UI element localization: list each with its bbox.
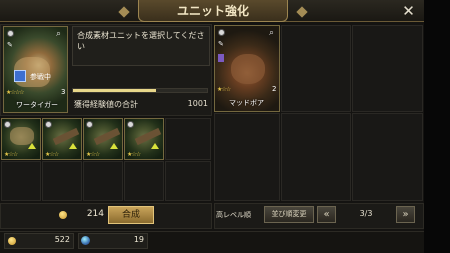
- material-slot-empty[interactable]: [165, 161, 211, 201]
- up-arrow-icon: [151, 143, 159, 149]
- element-icon: [4, 121, 11, 128]
- material-slot-2[interactable]: ★☆☆: [42, 118, 82, 160]
- screen-edge: [424, 0, 450, 253]
- zoom-icon[interactable]: ⌕: [56, 29, 61, 39]
- material-grid: ★☆☆ ★☆☆ ★☆☆ ★☆☆: [0, 117, 212, 202]
- unit-name: ワータイガー: [16, 101, 58, 109]
- unit-list-item[interactable]: ⌕ ✎ ★☆☆ 2 マッドボア: [214, 25, 280, 112]
- change-order-button[interactable]: 並び順変更: [264, 206, 314, 223]
- status-badge: 参戦中: [30, 73, 51, 81]
- zoom-icon[interactable]: ⌕: [269, 28, 274, 38]
- synthesis-bar: [0, 203, 212, 229]
- sort-label[interactable]: 高レベル順: [216, 210, 251, 220]
- rarity-stars: ★☆☆: [45, 151, 59, 158]
- material-slot-empty[interactable]: [165, 118, 211, 160]
- element-icon: [86, 121, 93, 128]
- synthesis-cost: 214: [86, 209, 104, 219]
- material-slot-empty[interactable]: [42, 161, 82, 201]
- unit-list-empty: [281, 113, 351, 201]
- message-text: 合成素材ユニットを選択してください: [77, 31, 205, 51]
- exp-bar-track: [72, 88, 208, 93]
- element-icon: [45, 121, 52, 128]
- unit-list: ⌕ ✎ ★☆☆ 2 マッドボア: [214, 24, 424, 202]
- unit-level: 2: [272, 85, 277, 93]
- element-icon: [7, 30, 14, 37]
- next-page-button[interactable]: »: [396, 206, 415, 223]
- gem-icon: [218, 54, 224, 62]
- weapon-icon: ✎: [218, 40, 224, 48]
- up-arrow-icon: [69, 143, 77, 149]
- weapon-icon: ✎: [7, 41, 13, 49]
- rarity-stars: ★☆☆☆: [6, 89, 24, 96]
- gold-amount: 522: [54, 235, 70, 244]
- message-box: 合成素材ユニットを選択してください: [72, 26, 210, 66]
- page-title: ユニット強化: [176, 4, 249, 18]
- up-arrow-icon: [28, 143, 36, 149]
- element-icon: [127, 121, 134, 128]
- unit-list-empty: [281, 25, 351, 112]
- page-indicator: 3/3: [359, 209, 373, 218]
- rarity-stars: ★☆☆: [127, 151, 141, 158]
- element-icon: [218, 29, 225, 36]
- rarity-stars: ★☆☆: [4, 151, 18, 158]
- material-slot-3[interactable]: ★☆☆: [83, 118, 123, 160]
- gold-coin-icon: [59, 211, 67, 219]
- exp-label: 獲得経験値の合計: [74, 100, 138, 109]
- gold-coin-icon: [8, 237, 16, 245]
- synthesize-button[interactable]: 合成: [108, 206, 154, 224]
- material-slot-4[interactable]: ★☆☆: [124, 118, 164, 160]
- unit-level: 3: [61, 88, 66, 96]
- gem-amount: 19: [133, 235, 144, 244]
- unit-list-empty: [352, 113, 423, 201]
- unit-list-empty: [352, 25, 423, 112]
- rarity-stars: ★☆☆: [217, 86, 231, 93]
- material-slot-empty[interactable]: [1, 161, 41, 201]
- equip-icon: [14, 70, 26, 82]
- material-slot-1[interactable]: ★☆☆: [1, 118, 41, 160]
- rarity-stars: ★☆☆: [86, 151, 100, 158]
- exp-value: 1001: [187, 99, 208, 108]
- unit-list-empty: [214, 113, 280, 201]
- up-arrow-icon: [110, 143, 118, 149]
- material-slot-empty[interactable]: [124, 161, 164, 201]
- close-icon[interactable]: ✕: [400, 3, 417, 20]
- boar-figure: [231, 54, 265, 84]
- prev-page-button[interactable]: «: [317, 206, 336, 223]
- unit-name: マッドボア: [229, 99, 264, 107]
- base-unit-card[interactable]: ⌕ ✎ 参戦中 ★☆☆☆ 3 ワータイガー: [3, 26, 68, 113]
- gem-icon: [81, 236, 90, 245]
- exp-bar-fill: [73, 89, 157, 92]
- material-slot-empty[interactable]: [83, 161, 123, 201]
